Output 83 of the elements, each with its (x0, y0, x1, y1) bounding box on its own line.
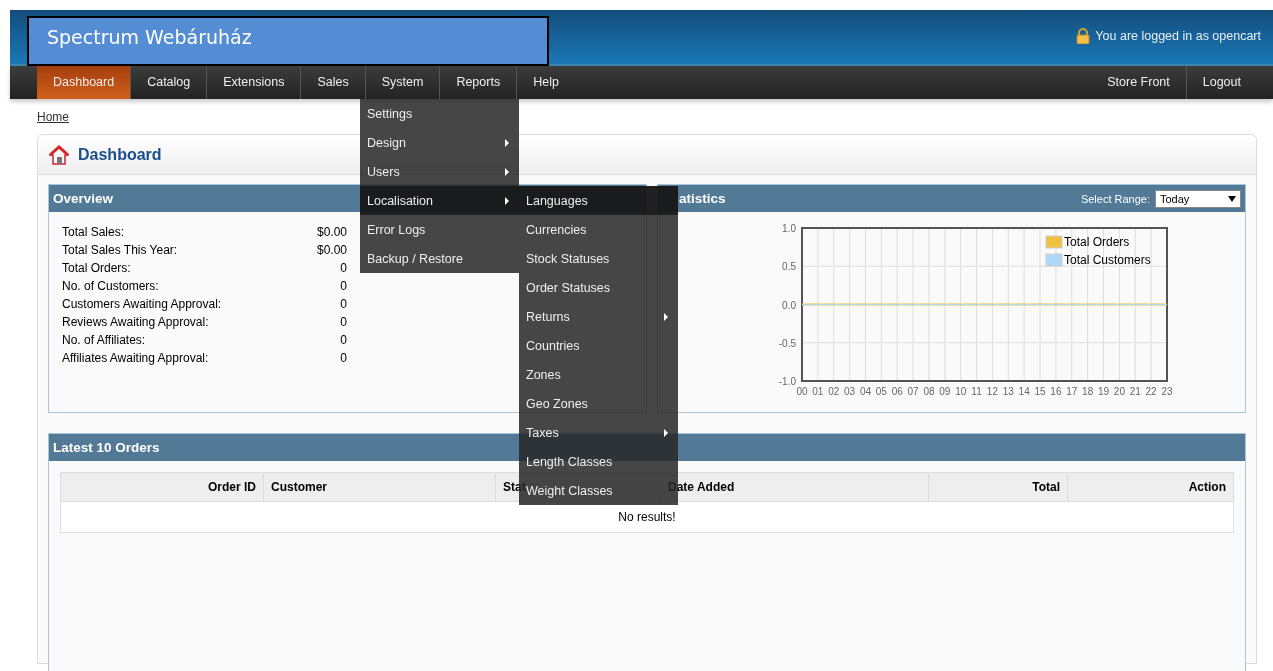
range-label: Select Range: (1080, 192, 1150, 205)
x-tick-label: 04 (859, 386, 871, 397)
x-tick-label: 14 (1018, 386, 1030, 397)
stat-label: Total Orders: (62, 261, 131, 277)
stat-label: No. of Customers: (62, 279, 159, 295)
x-tick-label: 16 (1049, 386, 1061, 397)
x-tick-label: 15 (1034, 386, 1046, 397)
menu-item[interactable]: Countries (519, 331, 678, 360)
x-tick-label: 12 (986, 386, 998, 397)
y-tick-label: -1.0 (778, 376, 796, 387)
x-tick-label: 17 (1065, 386, 1077, 397)
column-header: Total (928, 472, 1068, 502)
x-tick-label: 18 (1081, 386, 1093, 397)
menu-item[interactable]: Taxes (519, 418, 678, 447)
menu-item[interactable]: Zones (519, 360, 678, 389)
menu-item[interactable]: Order Statuses (519, 273, 678, 302)
house-icon (49, 144, 69, 165)
y-tick-label: 0.5 (781, 261, 796, 273)
x-tick-label: 23 (1160, 386, 1173, 397)
stat-value: 0 (340, 315, 347, 331)
menu-item[interactable]: Backup / Restore (360, 244, 519, 273)
nav-menu-item[interactable]: Extensions (206, 66, 301, 99)
stat-value: $0.00 (316, 225, 347, 241)
x-tick-label: 20 (1113, 386, 1125, 397)
menu-item[interactable]: Error Logs (360, 215, 519, 244)
menu-item[interactable]: Settings (360, 99, 519, 128)
legend-label: Total Customers (1063, 253, 1151, 267)
x-tick-label: 08 (922, 386, 934, 397)
stat-label: Affiliates Awaiting Approval: (62, 351, 209, 367)
panel-title: Overview (53, 191, 114, 206)
x-tick-label: 00 (795, 386, 808, 397)
column-header: Action (1067, 472, 1234, 502)
stat-label: Total Sales This Year: (62, 243, 178, 259)
x-tick-label: 01 (811, 386, 823, 397)
stat-label: Customers Awaiting Approval: (62, 297, 222, 313)
nav-link[interactable]: Logout (1185, 66, 1257, 99)
legend-label: Total Orders (1063, 235, 1129, 249)
page-title: Dashboard (78, 145, 162, 164)
x-tick-label: 22 (1145, 386, 1157, 397)
x-tick-label: 13 (1002, 386, 1014, 397)
column-header: Customer (263, 472, 496, 502)
range-dropdown[interactable]: Today (1155, 189, 1241, 208)
y-tick-label: 0.0 (781, 299, 796, 311)
stat-value: $0.00 (316, 243, 347, 259)
y-tick-label: -0.5 (778, 337, 796, 349)
nav-menu-item[interactable]: Dashboard (37, 66, 131, 99)
menu-item[interactable]: Languages (519, 186, 678, 215)
x-tick-label: 11 (970, 386, 982, 397)
x-tick-label: 03 (843, 386, 855, 397)
menu-item[interactable]: Design (360, 128, 519, 157)
y-tick-label: 1.0 (781, 223, 796, 234)
column-header: Order ID (60, 472, 264, 502)
x-tick-label: 06 (891, 386, 903, 397)
x-tick-label: 19 (1097, 386, 1109, 397)
stat-value: 0 (340, 351, 347, 367)
x-tick-label: 21 (1129, 386, 1141, 397)
login-status: You are logged in as opencart (1095, 29, 1261, 43)
panel-title: Latest 10 Orders (53, 440, 160, 455)
menu-item[interactable]: Geo Zones (519, 389, 678, 418)
padlock-icon (1076, 28, 1091, 44)
menu-item[interactable]: Localisation (360, 186, 519, 215)
stat-value: 0 (340, 261, 347, 277)
x-tick-label: 09 (938, 386, 950, 397)
x-tick-label: 10 (954, 386, 966, 397)
menu-item[interactable]: Returns (519, 302, 678, 331)
menu-item[interactable]: Currencies (519, 215, 678, 244)
stat-label: No. of Affiliates: (62, 333, 146, 349)
dropdown-caret-icon (1228, 195, 1236, 202)
store-title: Spectrum Webáruház (27, 16, 549, 66)
panel-title: atistics (678, 191, 726, 206)
x-tick-label: 07 (907, 386, 919, 397)
stat-label: Total Sales: (62, 225, 125, 241)
stat-value: 0 (340, 279, 347, 295)
nav-link[interactable]: Store Front (1091, 66, 1186, 99)
stat-value: 0 (340, 297, 347, 313)
x-tick-label: 05 (875, 386, 887, 397)
nav-menu-item[interactable]: Catalog (130, 66, 207, 99)
stat-label: Reviews Awaiting Approval: (62, 315, 209, 331)
breadcrumb-link[interactable]: Home (37, 110, 69, 124)
stat-value: 0 (340, 333, 347, 349)
x-tick-label: 02 (827, 386, 839, 397)
menu-item[interactable]: Users (360, 157, 519, 186)
menu-item[interactable]: Stock Statuses (519, 244, 678, 273)
